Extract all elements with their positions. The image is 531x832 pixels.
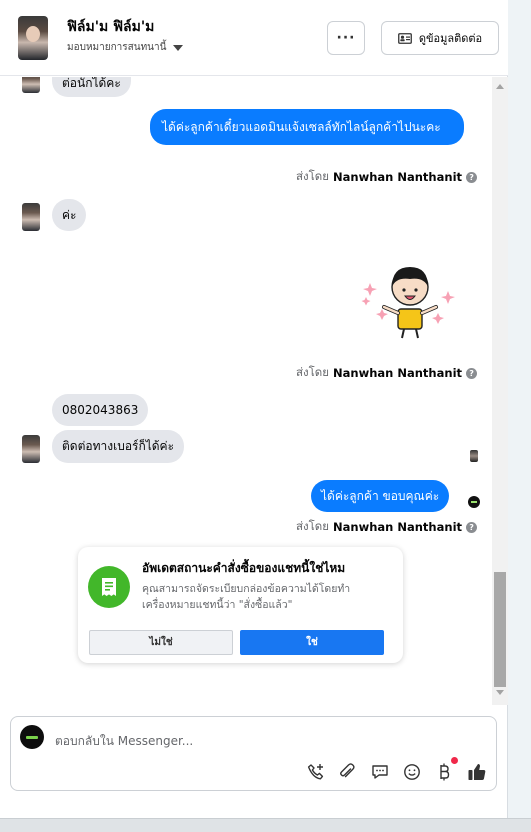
incoming-message[interactable]: ติดต่อทางเบอร์ก็ได้ค่ะ [52,430,185,463]
scroll-up-arrow-icon[interactable] [496,84,504,89]
side-panel-edge [508,0,531,818]
assign-conversation-dropdown[interactable]: มอบหมายการสนทนานี้ [67,40,184,55]
message-composer[interactable]: ตอบกลับใน Messenger... [10,716,497,791]
contact-card-icon [397,32,412,44]
read-receipt-avatar [470,450,478,462]
contact-mini-avatar [22,77,40,93]
page-avatar [20,725,44,749]
sent-by-label: ส่งโดย Nanwhan Nanthanit ? [296,168,478,186]
view-contact-info-button[interactable]: ดูข้อมูลติดต่อ [381,21,499,55]
contact-mini-avatar [22,203,40,231]
outgoing-message[interactable]: ได้ค่ะลูกค้าเดี๋ยวแอดมินแจ้งเซลล์ทักไลน์… [150,109,464,145]
incoming-message[interactable]: ต่อนักได้คะ [52,77,131,97]
incoming-message-text: ค่ะ [62,207,77,222]
window-bottom-edge [0,818,531,832]
sent-by-label: ส่งโดย Nanwhan Nanthanit ? [296,518,478,536]
order-status-card: อัพเดตสถานะคำสั่งซื้อของแชทนี้ใช่ไหม คุณ… [78,547,403,663]
contact-mini-avatar [22,435,40,463]
receipt-icon [88,566,130,608]
seen-indicator-icon [468,496,480,508]
incoming-message-text: ต่อนักได้คะ [62,77,121,90]
caret-down-icon [173,44,184,51]
saved-replies-icon[interactable] [369,761,391,783]
sent-by-prefix: ส่งโดย [296,519,330,533]
payment-icon[interactable] [433,761,455,783]
sender-name: Nanwhan Nanthanit [333,170,463,184]
thumbs-up-icon[interactable] [466,761,488,783]
incoming-message[interactable]: ค่ะ [52,199,87,231]
message-thread: ต่อนักได้คะ ได้ค่ะลูกค้าเดี๋ยวแอดมินแจ้ง… [0,77,492,705]
outgoing-message-text: ได้ค่ะลูกค้า ขอบคุณค่ะ [321,489,440,503]
scrollbar-thumb[interactable] [494,572,506,687]
emoji-icon[interactable] [401,761,423,783]
outgoing-message-text: ได้ค่ะลูกค้าเดี๋ยวแอดมินแจ้งเซลล์ทักไลน์… [162,120,441,134]
card-title: อัพเดตสถานะคำสั่งซื้อของแชทนี้ใช่ไหม [142,561,346,575]
assign-label: มอบหมายการสนทนานี้ [67,42,167,53]
chat-scrollbar[interactable] [492,77,508,705]
outgoing-message[interactable]: ได้ค่ะลูกค้า ขอบคุณค่ะ [311,480,450,512]
incoming-message[interactable]: 0802043863 [52,394,149,426]
attachment-icon[interactable] [336,761,358,783]
sent-by-prefix: ส่งโดย [296,365,330,379]
scroll-down-arrow-icon[interactable] [496,690,504,695]
inbox-window: ฟิล์ม'ม ฟิล์ม'ม มอบหมายการสนทนานี้ ··· ด… [0,0,508,818]
incoming-message-text: ติดต่อทางเบอร์ก็ได้ค่ะ [62,439,175,453]
view-contact-info-label: ดูข้อมูลติดต่อ [418,32,483,45]
contact-name[interactable]: ฟิล์ม'ม ฟิล์ม'ม [67,16,154,38]
help-icon[interactable]: ? [466,367,478,379]
yes-button[interactable]: ใช่ [240,630,384,655]
sender-name: Nanwhan Nanthanit [333,520,463,534]
help-icon[interactable]: ? [466,521,478,533]
sent-by-label: ส่งโดย Nanwhan Nanthanit ? [296,364,478,382]
no-button[interactable]: ไม่ใช่ [89,630,233,655]
more-options-button[interactable]: ··· [327,21,365,55]
sent-by-prefix: ส่งโดย [296,169,330,183]
sticker-girl-image[interactable] [358,257,462,341]
reply-input[interactable]: ตอบกลับใน Messenger... [55,732,193,751]
help-icon[interactable]: ? [466,171,478,183]
incoming-message-text: 0802043863 [62,403,139,417]
contact-avatar[interactable] [18,16,48,60]
card-description: คุณสามารถจัดระเบียบกล่องข้อความได้โดยทำเ… [142,583,351,611]
sender-name: Nanwhan Nanthanit [333,366,463,380]
chat-header: ฟิล์ม'ม ฟิล์ม'ม มอบหมายการสนทนานี้ ··· ด… [0,0,508,76]
notification-dot [451,757,458,764]
call-icon[interactable] [305,761,327,783]
